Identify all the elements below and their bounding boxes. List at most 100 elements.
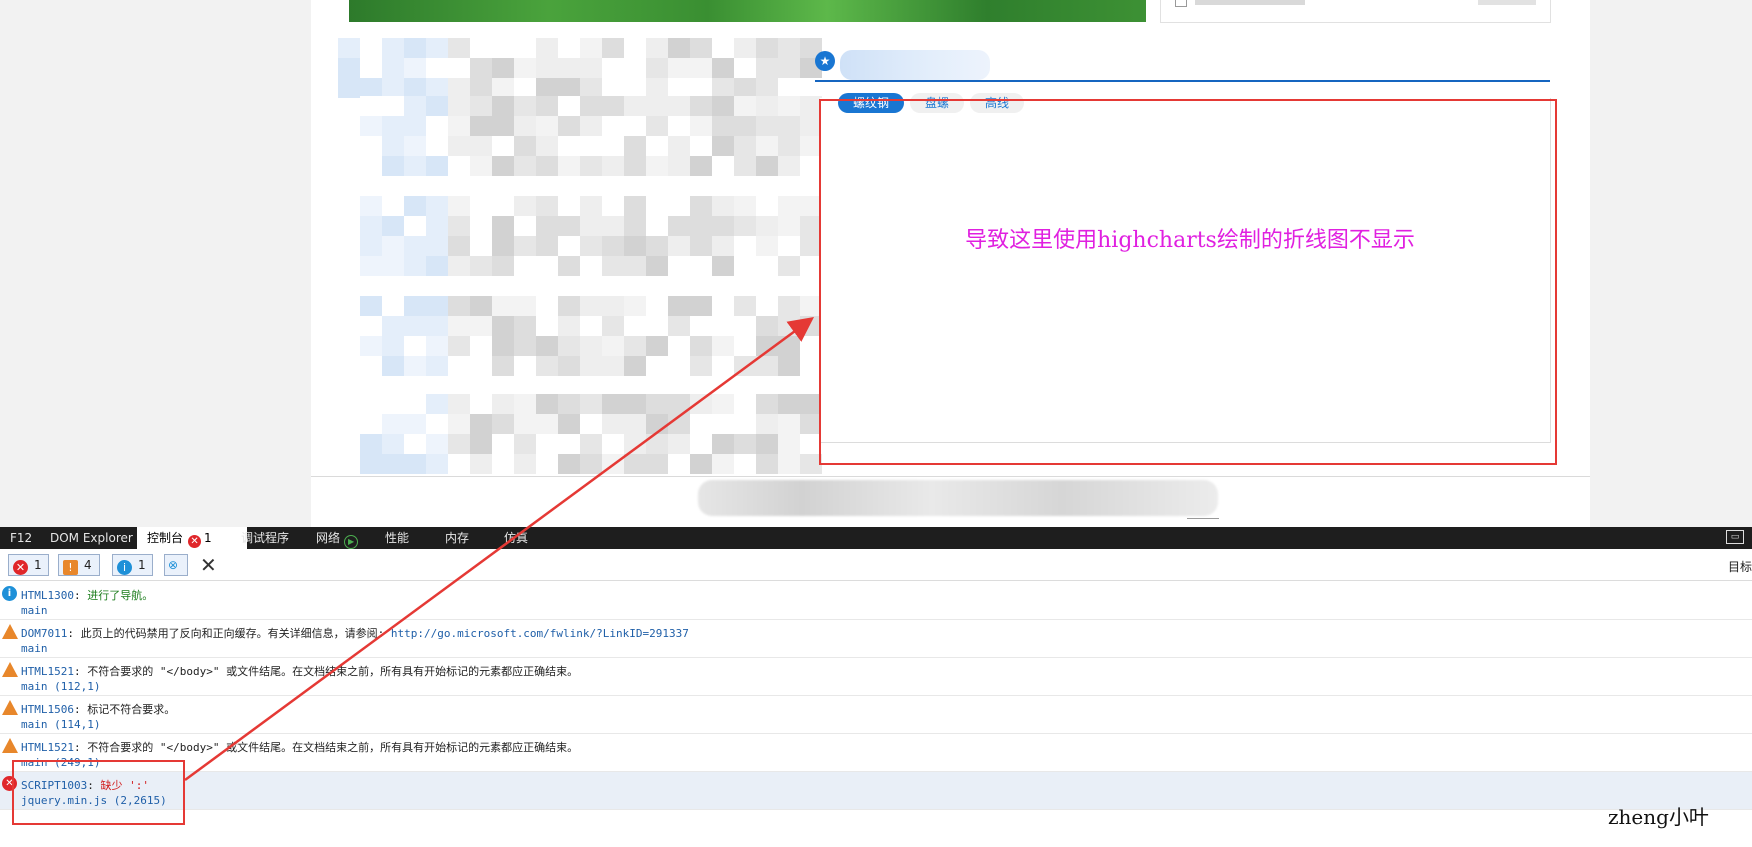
mosaic-tile [602,236,624,256]
target-selector[interactable]: 目标 [1728,558,1752,575]
mosaic-tile [426,96,448,116]
message-source-link[interactable]: main [21,642,48,655]
mosaic-tile [492,38,514,58]
mosaic-tile [668,236,690,256]
mosaic-tile [580,414,602,434]
console-message[interactable]: !!HTML1521: 不符合要求的 "</body>" 或文件结尾。在文档结束… [0,734,1752,772]
mosaic-tile [712,96,734,116]
mosaic-tile [712,38,734,58]
console-toolbar: ✕ 1 ! 4 i1 ⊗ ✕ 目标 [0,549,1752,581]
tab-network[interactable]: 网络 ▶ [306,527,368,549]
mosaic-tile [558,256,580,276]
message-link[interactable]: http://go.microsoft.com/fwlink/?LinkID=2… [391,627,689,640]
mosaic-tile [558,394,580,414]
clear-console-icon[interactable]: ✕ [200,554,217,576]
mosaic-tile [624,38,646,58]
mosaic-tile [470,454,492,474]
tab-f12[interactable]: F12 [0,527,42,549]
mosaic-tile [668,58,690,78]
exceptions-filter-button[interactable]: ⊗ [164,554,188,576]
mosaic-tile [514,116,536,136]
mosaic-tile [536,196,558,216]
mosaic-tile [536,116,558,136]
mosaic-tile [602,256,624,276]
mosaic-tile [602,156,624,176]
tab-performance-label: 性能 [385,531,410,545]
mosaic-tile [558,316,580,336]
mosaic-tile [536,296,558,316]
message-code: DOM7011 [21,627,68,640]
mosaic-tile [536,96,558,116]
tab-dom-explorer[interactable]: DOM Explorer [40,527,143,549]
console-message[interactable]: !!HTML1521: 不符合要求的 "</body>" 或文件结尾。在文档结束… [0,658,1752,696]
mosaic-tile [690,96,712,116]
mosaic-tile [580,156,602,176]
message-code: HTML1521 [21,741,74,754]
mosaic-tile [580,216,602,236]
tab-memory-label: 内存 [445,531,470,545]
message-text-line: DOM7011: 此页上的代码禁用了反向和正向缓存。有关详细信息，请参阅: ht… [21,625,689,641]
mosaic-tile [734,136,756,156]
console-message[interactable]: ✕ SCRIPT1003: 缺少 ':' jquery.min.js (2,2615… [0,772,1752,810]
mosaic-tile [668,434,690,454]
mosaic-tile [602,96,624,116]
mosaic-tile [690,38,712,58]
message-source-link[interactable]: main [21,604,48,617]
mosaic-tile [580,256,602,276]
tab-emulation[interactable]: 仿真 [494,527,538,549]
filter-errors-button[interactable]: ✕ 1 [8,554,49,576]
monitor-icon[interactable]: ▭ [1726,530,1744,544]
mosaic-tile [624,136,646,156]
mosaic-tile [646,216,668,236]
mosaic-tile [734,216,756,236]
mosaic-tile [580,196,602,216]
warning-icon: ! [2,624,18,639]
filter-warnings-button[interactable]: ! 4 [58,554,100,576]
mosaic-tile [602,414,624,434]
mosaic-tile [514,96,536,116]
message-source-link[interactable]: main (112,1) [21,680,100,693]
mosaic-tile [448,296,470,316]
mosaic-tile [360,316,382,336]
mosaic-tile [360,236,382,256]
tab-memory[interactable]: 内存 [435,527,479,549]
mosaic-tile [712,454,734,474]
mosaic-tile [712,216,734,236]
mosaic-tile [756,236,778,256]
mosaic-tile [558,38,580,58]
mosaic-tile [382,216,404,236]
mosaic-tile [646,356,668,376]
mosaic-tile [426,256,448,276]
mosaic-tile [756,296,778,316]
console-message[interactable]: !!DOM7011: 此页上的代码禁用了反向和正向缓存。有关详细信息，请参阅: … [0,620,1752,658]
sidebar-news-item[interactable] [1160,0,1551,23]
message-source-link[interactable]: main (114,1) [21,718,100,731]
mosaic-tile [734,58,756,78]
mosaic-tile [602,296,624,316]
mosaic-tile [712,116,734,136]
tab-debugger[interactable]: 调试程序 [231,527,299,549]
footer-divider [311,476,1590,477]
warning-icon: ! [63,560,78,575]
mosaic-tile [514,216,536,236]
devtools-panel: F12 DOM Explorer 控制台 ✕ 1 调试程序 网络 ▶ 性能 内存 仿真… [0,527,1752,847]
console-message[interactable]: !!HTML1506: 标记不符合要求。main (114,1) [0,696,1752,734]
filter-info-button[interactable]: i1 [112,554,153,576]
mosaic-tile [492,414,514,434]
tab-performance[interactable]: 性能 [375,527,419,549]
mosaic-tile [778,394,800,414]
mosaic-tile [492,394,514,414]
footer-text-blurred [698,480,1218,516]
chart-annotation: 导致这里使用highcharts绘制的折线图不显示 [965,228,1415,253]
mosaic-tile [778,116,800,136]
console-message[interactable]: i HTML1300: 进行了导航。 main [0,582,1752,620]
mosaic-tile [734,296,756,316]
mosaic-tile [712,336,734,356]
mosaic-tile [492,256,514,276]
mosaic-tile [382,116,404,136]
mosaic-tile [514,156,536,176]
mosaic-tile [624,96,646,116]
mosaic-tile [602,356,624,376]
speaker-icon [1175,0,1187,7]
mosaic-tile [470,116,492,136]
